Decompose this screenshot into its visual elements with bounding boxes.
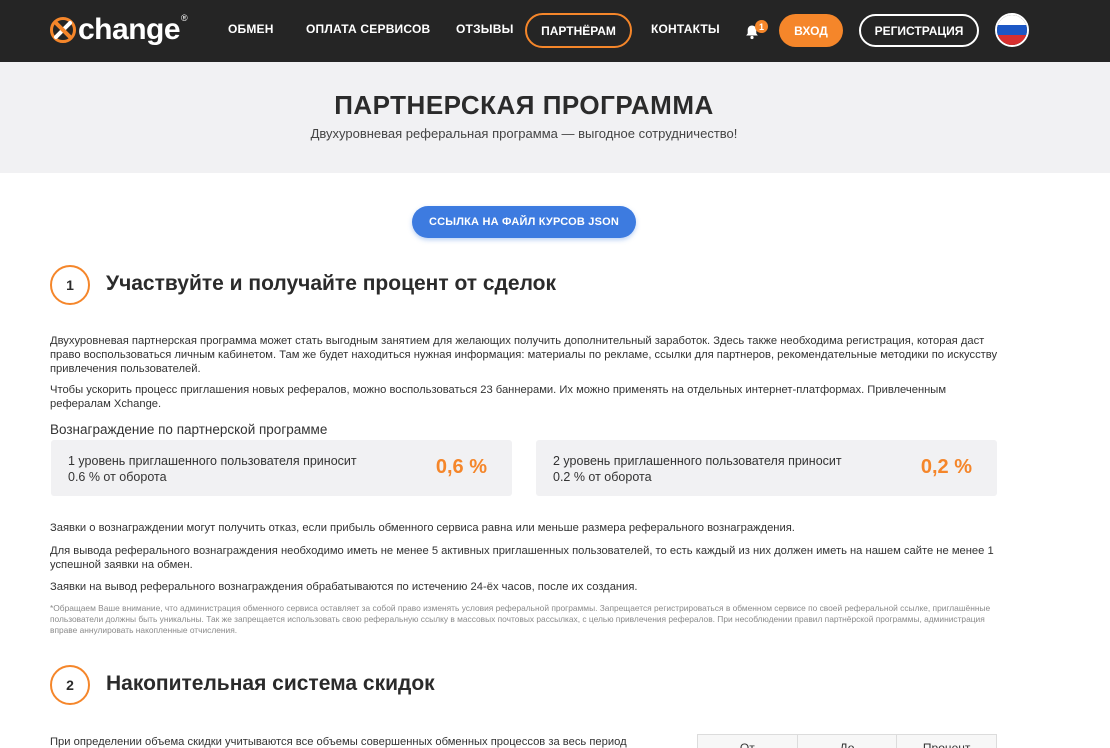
reward-level-1-value: 0,6 % xyxy=(435,456,487,478)
reward-level-2-value: 0,2 % xyxy=(920,456,972,478)
nav-contacts[interactable]: КОНТАКТЫ xyxy=(651,22,720,36)
reward-card-level-2: 2 уровень приглашенного пользователя при… xyxy=(536,440,997,496)
nav-partners[interactable]: ПАРТНЁРАМ xyxy=(525,13,632,48)
section1-paragraph-1: Двухуровневая партнерская программа може… xyxy=(50,335,998,375)
logo[interactable]: change ® xyxy=(50,12,188,48)
reward-heading: Вознаграждение по партнерской программе xyxy=(50,422,328,437)
section1-paragraph-4: Для вывода реферального вознаграждения н… xyxy=(50,545,994,571)
nav-reviews[interactable]: ОТЗЫВЫ xyxy=(456,22,514,36)
login-button[interactable]: ВХОД xyxy=(779,14,843,47)
reward-level-2-text: 2 уровень приглашенного пользователя при… xyxy=(553,454,842,484)
nav-exchange[interactable]: ОБМЕН xyxy=(228,22,274,36)
section-title-1: Участвуйте и получайте процент от сделок xyxy=(106,272,556,295)
section-title-2: Накопительная система скидок xyxy=(106,672,435,695)
section1-paragraph-3: Заявки о вознаграждении могут получить о… xyxy=(50,522,795,534)
logo-text: change xyxy=(78,13,181,46)
section1-disclaimer-note: *Обращаем Ваше внимание, что администрац… xyxy=(50,603,991,635)
page-subtitle: Двухуровневая реферальная программа — вы… xyxy=(310,126,738,141)
discount-table-header: От До Процент xyxy=(697,734,997,748)
reward-level-1-text: 1 уровень приглашенного пользователя при… xyxy=(68,454,357,484)
step-number-2: 2 xyxy=(50,665,90,705)
russia-flag-icon[interactable] xyxy=(995,13,1029,47)
section1-paragraph-5: Заявки на вывод реферального вознагражде… xyxy=(50,581,638,593)
nav-services[interactable]: ОПЛАТА СЕРВИСОВ xyxy=(306,22,430,36)
hero-banner: ПАРТНЕРСКАЯ ПРОГРАММА Двухуровневая рефе… xyxy=(0,62,1110,173)
register-button[interactable]: РЕГИСТРАЦИЯ xyxy=(859,14,979,47)
table-header-from: От xyxy=(698,735,798,748)
reward-card-level-1: 1 уровень приглашенного пользователя при… xyxy=(51,440,512,496)
logo-registered-mark: ® xyxy=(181,13,188,23)
logo-x-icon xyxy=(50,17,76,43)
section1-paragraph-2: Чтобы ускорить процесс приглашения новых… xyxy=(50,384,947,410)
notification-badge: 1 xyxy=(755,20,768,33)
page-title: ПАРТНЕРСКАЯ ПРОГРАММА xyxy=(334,90,714,120)
table-header-percent: Процент xyxy=(922,741,971,748)
section2-paragraph-1: При определении объема скидки учитываютс… xyxy=(50,736,627,748)
step-number-1: 1 xyxy=(50,265,90,305)
json-rates-link-button[interactable]: ССЫЛКА НА ФАЙЛ КУРСОВ JSON xyxy=(412,206,636,238)
table-header-to: До xyxy=(798,735,898,748)
site-header: change ® ОБМЕН ОПЛАТА СЕРВИСОВ ОТЗЫВЫ ПА… xyxy=(0,0,1110,62)
